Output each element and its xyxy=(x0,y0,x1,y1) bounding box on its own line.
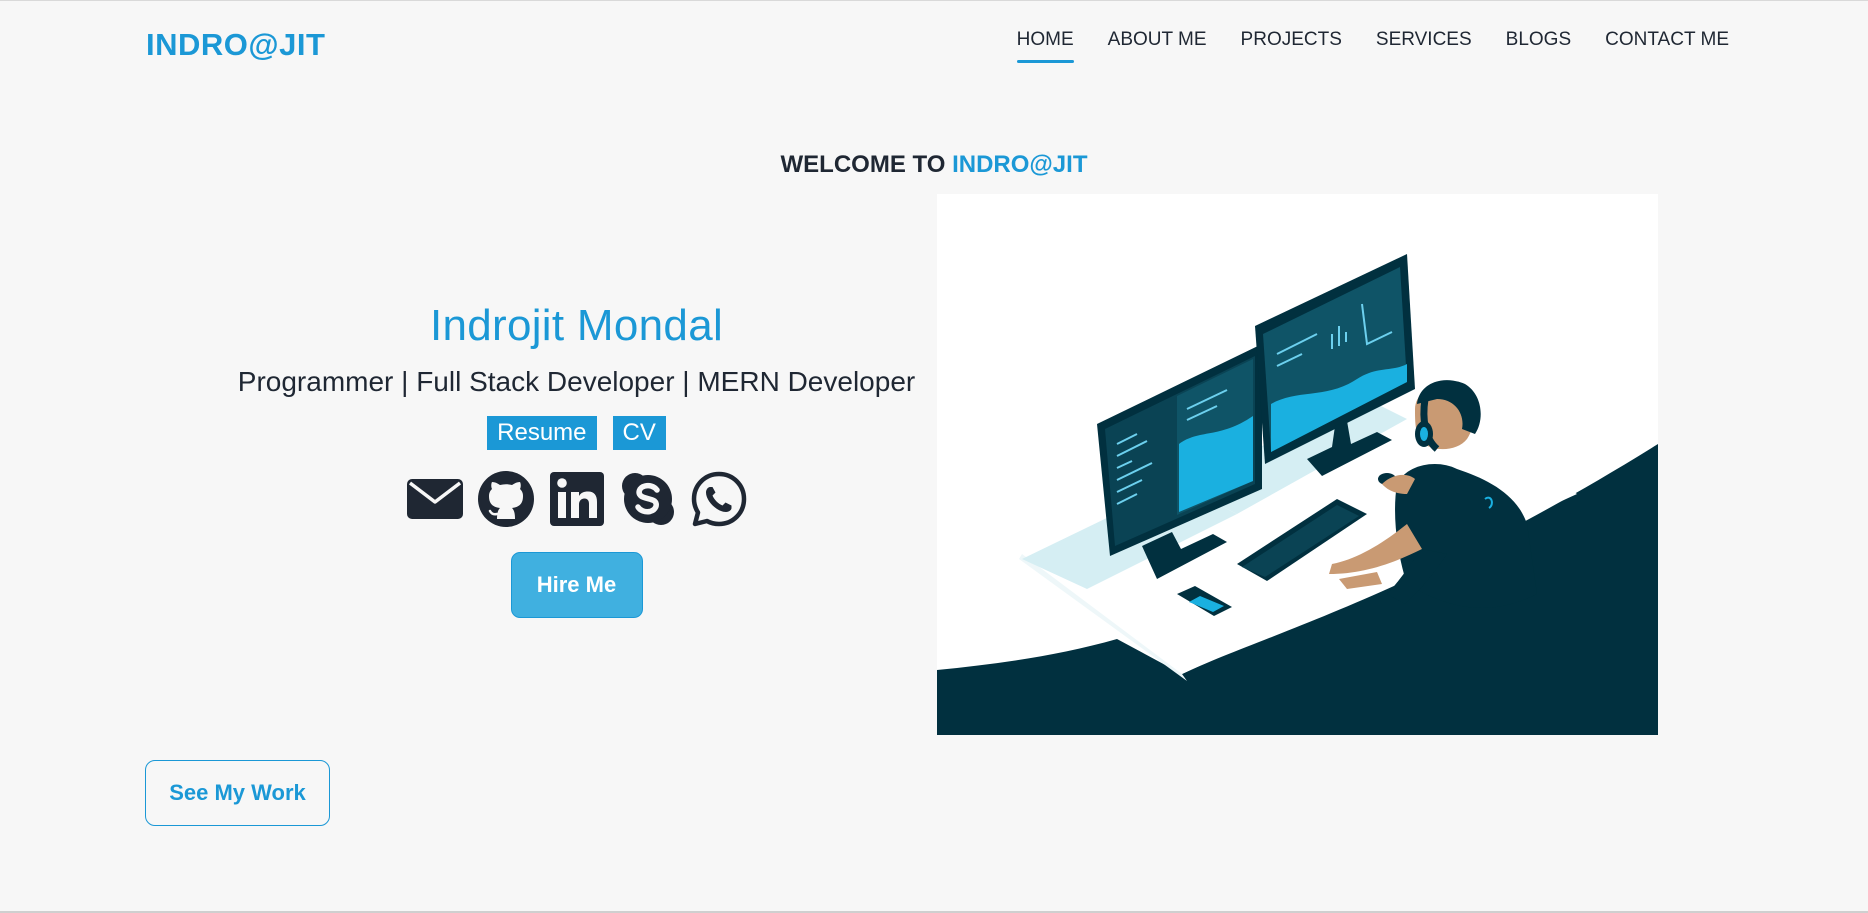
welcome-heading: WELCOME TO INDRO@JIT xyxy=(0,151,1868,179)
email-icon[interactable] xyxy=(406,470,464,528)
welcome-prefix: WELCOME TO xyxy=(780,151,946,178)
brand-logo[interactable]: INDRO@JIT xyxy=(146,27,325,63)
nav-item-services[interactable]: SERVICES xyxy=(1359,29,1489,63)
welcome-highlight: INDRO@JIT xyxy=(952,151,1088,178)
hero-intro: Indrojit Mondal Programmer | Full Stack … xyxy=(200,301,953,618)
nav-item-home[interactable]: HOME xyxy=(1000,29,1091,63)
document-links: Resume CV xyxy=(200,416,953,450)
hire-me-button[interactable]: Hire Me xyxy=(510,552,643,618)
skype-icon[interactable] xyxy=(619,470,677,528)
developer-illustration xyxy=(937,194,1658,735)
nav-item-contact-me[interactable]: CONTACT ME xyxy=(1588,29,1729,63)
nav-item-about-me[interactable]: ABOUT ME xyxy=(1091,29,1224,63)
see-my-work-button[interactable]: See My Work xyxy=(145,760,330,826)
whatsapp-icon[interactable] xyxy=(690,470,748,528)
hero-name: Indrojit Mondal xyxy=(429,301,724,350)
page: INDRO@JIT HOME ABOUT ME PROJECTS SERVICE… xyxy=(0,0,1868,913)
main-nav: HOME ABOUT ME PROJECTS SERVICES BLOGS CO… xyxy=(1000,29,1729,63)
nav-item-blogs[interactable]: BLOGS xyxy=(1489,29,1588,63)
github-icon[interactable] xyxy=(477,470,535,528)
nav-item-projects[interactable]: PROJECTS xyxy=(1224,29,1359,63)
resume-link[interactable]: Resume xyxy=(487,416,597,450)
social-links xyxy=(200,470,953,528)
linkedin-icon[interactable] xyxy=(548,470,606,528)
hero-role: Programmer | Full Stack Developer | MERN… xyxy=(237,366,916,397)
cv-link[interactable]: CV xyxy=(612,416,666,450)
